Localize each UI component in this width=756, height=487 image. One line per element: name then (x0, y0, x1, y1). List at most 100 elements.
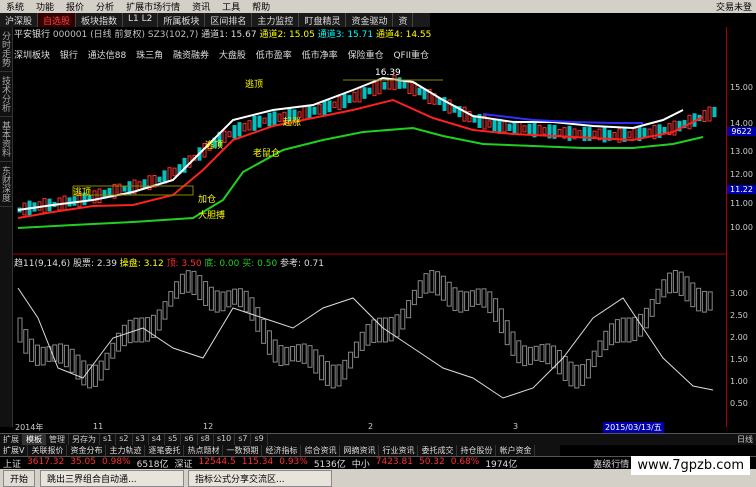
trade-login-status[interactable]: 交易未登 (710, 0, 756, 13)
indicator-bar (591, 350, 597, 368)
ind-tick: 2.50 (730, 311, 748, 320)
bottom-tab[interactable]: s5 (165, 434, 182, 445)
candle (372, 82, 377, 96)
sidebar-item[interactable]: 基本资料 (0, 117, 12, 162)
bottom-tab[interactable]: s7 (235, 434, 252, 445)
tab[interactable]: 资 (393, 13, 414, 27)
func-tab[interactable]: 主力轨迹 (106, 445, 146, 456)
candle (157, 176, 162, 183)
indicator-bar (342, 359, 348, 380)
kline-chart[interactable]: 逃顶 逃顶 逃顶 起涨 老鼠仓 加仓 大胆搏 16.39 (13, 60, 726, 255)
bottom-tab[interactable]: s1 (100, 434, 117, 445)
indicator-bar (481, 288, 487, 308)
bottom-tab[interactable]: s4 (149, 434, 166, 445)
taskbar-window[interactable]: 指标公式分享交流区... (188, 469, 333, 487)
index-amount: 1974亿 (485, 460, 518, 470)
indicator-bar (261, 318, 267, 344)
indicator-bar (603, 330, 609, 351)
indicator-bar (458, 290, 464, 313)
indicator-bar (168, 291, 174, 307)
menu-bar: 系统 功能 报价 分析 扩展市场行情 资讯 工具 帮助 交易未登 (0, 0, 756, 13)
func-tab[interactable]: 资金分布 (67, 445, 107, 456)
tab[interactable]: 主力监控 (252, 13, 300, 27)
indicator-bar (475, 288, 481, 305)
bottom-tab[interactable]: s3 (133, 434, 149, 445)
candle (337, 96, 342, 110)
func-tab[interactable]: 帐户资金 (496, 445, 536, 456)
tab[interactable]: 沪深股 (0, 13, 39, 27)
bottom-tab[interactable]: 另存为 (69, 434, 100, 445)
indicator-bar (643, 307, 649, 329)
func-tab[interactable]: 行业资讯 (379, 445, 419, 456)
function-tabs: 扩展V 关联报价 资金分布 主力轨迹 逐笔委托 热点题材 一数预期 经济指标 综… (0, 445, 560, 456)
indicator-chart[interactable] (13, 268, 726, 420)
candle (267, 112, 272, 127)
menu-item[interactable]: 扩展市场行情 (120, 0, 186, 13)
indicator-bar (365, 324, 371, 346)
func-tab[interactable]: 扩展V (0, 445, 29, 456)
index-label[interactable]: 深证 (172, 457, 196, 470)
func-tab[interactable]: 经济指标 (262, 445, 302, 456)
func-tab[interactable]: 热点题材 (184, 445, 224, 456)
candle (232, 125, 237, 139)
level2-link[interactable]: 嘉级行情 (590, 457, 632, 470)
tab[interactable]: 资金驱动 (346, 13, 394, 27)
menu-item[interactable]: 分析 (90, 0, 120, 13)
indicator-bar (336, 364, 342, 387)
indicator-bar (562, 355, 568, 381)
indicator-bar (510, 331, 516, 356)
candle (377, 80, 382, 95)
func-tab[interactable]: 逐笔委托 (145, 445, 185, 456)
indicator-bar (145, 317, 151, 342)
bottom-tab[interactable]: s10 (214, 434, 236, 445)
candle (592, 130, 597, 138)
func-tab[interactable]: 委托成交 (418, 445, 458, 456)
func-tab[interactable]: 网摘资讯 (340, 445, 380, 456)
indicator-bar (597, 340, 603, 358)
indicator-bar (551, 345, 557, 369)
menu-item[interactable]: 报价 (60, 0, 90, 13)
menu-item[interactable]: 工具 (216, 0, 246, 13)
indicator-bar (249, 297, 255, 321)
indicator-bar (649, 298, 655, 317)
menu-item[interactable]: 功能 (30, 0, 60, 13)
sidebar-item[interactable]: 东财深度 (0, 162, 12, 207)
bottom-tab[interactable]: s8 (198, 434, 214, 445)
tab[interactable]: 所属板块 (158, 13, 206, 27)
indicator-bar (446, 281, 452, 307)
sidebar-item[interactable]: 分时走势 (0, 27, 12, 72)
menu-item[interactable]: 系统 (0, 0, 30, 13)
period-selector[interactable]: 日线 (734, 434, 756, 445)
index-amount: 6518亿 (136, 460, 169, 470)
indicator-bar (626, 317, 632, 343)
index-label[interactable]: 上证 (0, 457, 24, 470)
bottom-tab[interactable]: s6 (181, 434, 198, 445)
taskbar-window[interactable]: 跳出三界组合自动通... (40, 469, 185, 487)
bottom-tab[interactable]: s9 (251, 434, 268, 445)
tab[interactable]: 板块指数 (76, 13, 124, 27)
bottom-tab[interactable]: 模板 (23, 434, 46, 445)
bottom-tab[interactable]: s2 (116, 434, 133, 445)
ind-tick: 1.50 (730, 355, 748, 364)
func-tab[interactable]: 关联报价 (28, 445, 68, 456)
indicator-bar (516, 340, 522, 364)
tab[interactable]: 区间排名 (205, 13, 253, 27)
tab[interactable]: 盯盘精灵 (299, 13, 347, 27)
tab[interactable]: L1 L2 (123, 13, 159, 27)
bottom-tab[interactable]: 扩展 (0, 434, 23, 445)
tab-active[interactable]: 自选股 (38, 13, 77, 27)
index-label[interactable]: 中小 (349, 457, 373, 470)
menu-item[interactable]: 帮助 (246, 0, 276, 13)
indicator-bar (203, 281, 209, 306)
func-tab[interactable]: 综合资讯 (301, 445, 341, 456)
indicator-bar (284, 346, 290, 366)
candle (627, 131, 632, 138)
indicator-bar (266, 330, 272, 355)
sidebar-item[interactable]: 技术分析 (0, 72, 12, 117)
func-tab[interactable]: 一数预期 (223, 445, 263, 456)
bottom-tab[interactable]: 管理 (46, 434, 69, 445)
menu-item[interactable]: 资讯 (186, 0, 216, 13)
candle (462, 106, 467, 122)
start-button[interactable]: 开始 (3, 469, 36, 487)
func-tab[interactable]: 持仓股份 (457, 445, 497, 456)
